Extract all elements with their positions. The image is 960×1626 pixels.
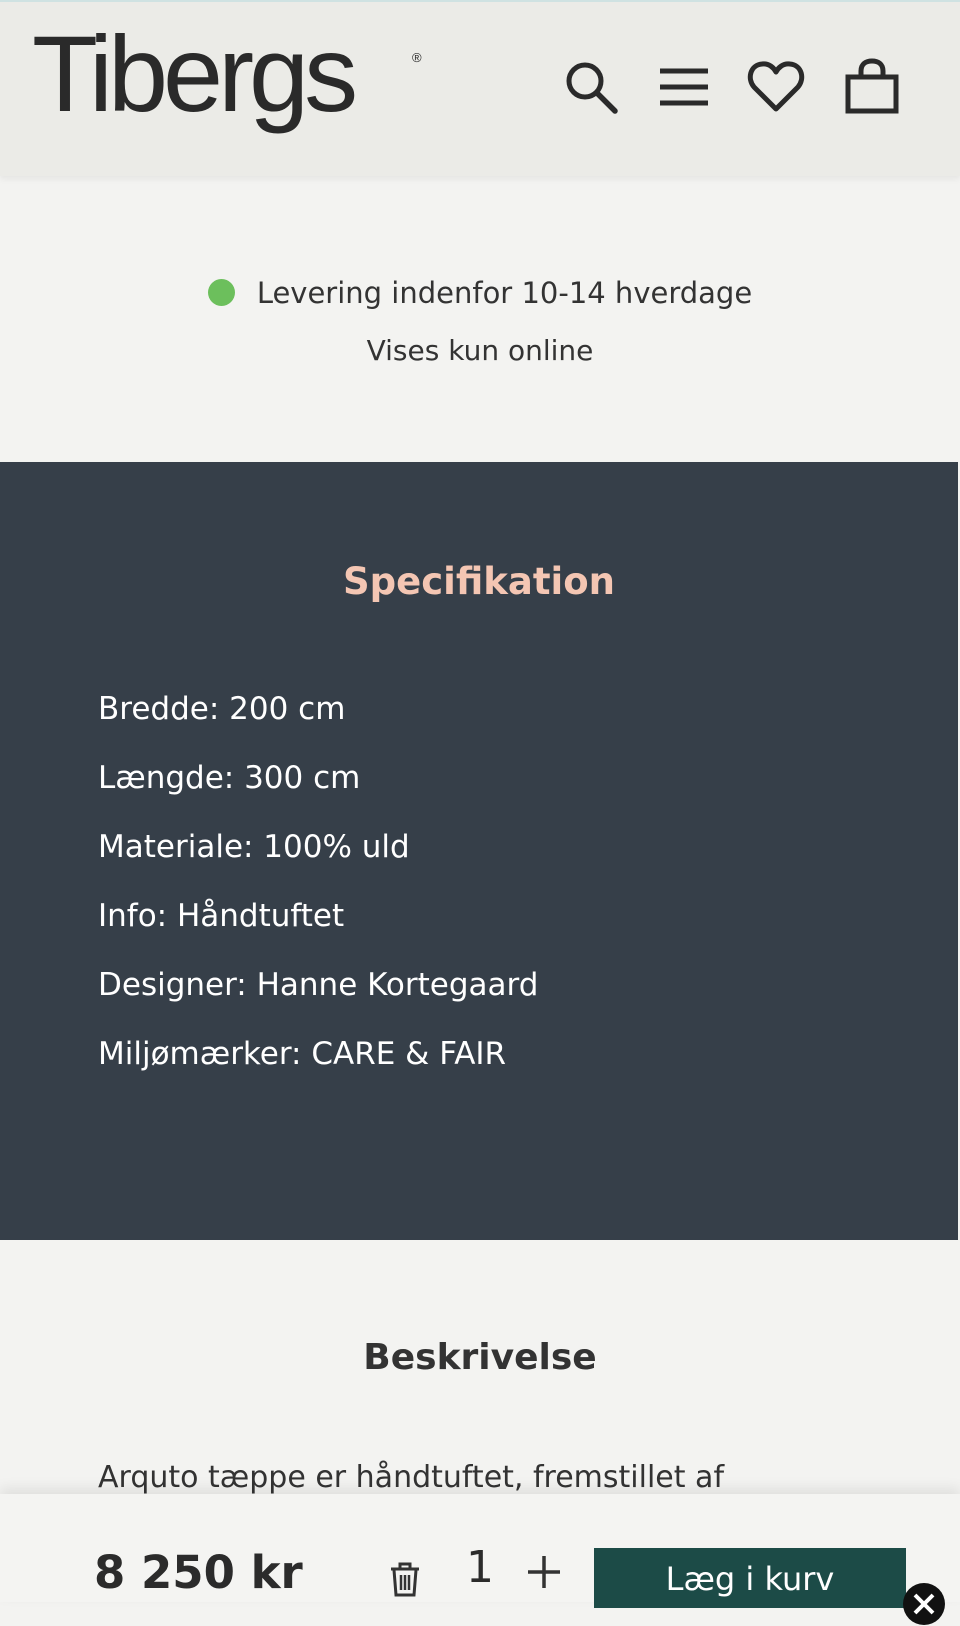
spec-item-width: Bredde: 200 cm [98,691,346,727]
spec-item-material: Materiale: 100% uld [98,829,410,865]
price: 8 250 kr [94,1546,303,1599]
specification-title: Specifikation [343,560,615,603]
description-title: Beskrivelse [363,1337,597,1378]
online-only-note: Vises kun online [366,334,594,367]
spec-item-designer: Designer: Hanne Kortegaard [98,967,539,1003]
close-icon[interactable] [902,1582,946,1626]
spec-item-length: Længde: 300 cm [98,760,361,796]
specification-list: Bredde: 200 cm Længde: 300 cm Materiale:… [98,691,539,1106]
status-dot-icon [207,279,235,306]
specification-section: Specifikation Bredde: 200 cm Længde: 300… [0,462,958,1240]
heart-icon[interactable] [746,57,806,117]
search-icon[interactable] [560,57,620,117]
spec-item-info: Info: Håndtuftet [98,898,345,934]
quantity-value[interactable]: 1 [466,1542,494,1593]
trash-icon[interactable] [388,1560,422,1598]
purchase-bar: 8 250 kr 1 Læg i kurv [0,1494,960,1625]
spec-item-eco-labels: Miljømærker: CARE & FAIR [98,1036,507,1072]
menu-icon[interactable] [654,57,714,117]
plus-icon[interactable] [524,1552,564,1592]
add-to-cart-button[interactable]: Læg i kurv [594,1548,906,1608]
delivery-status: Levering indenfor 10-14 hverdage [0,276,960,310]
site-header: Tibergs ® [0,0,960,176]
logo[interactable]: Tibergs [32,20,358,128]
registered-mark: ® [412,50,422,65]
bag-icon[interactable] [842,57,902,117]
delivery-text: Levering indenfor 10-14 hverdage [256,276,753,310]
description-text: Arquto tæppe er håndtuftet, fremstillet … [98,1460,725,1495]
